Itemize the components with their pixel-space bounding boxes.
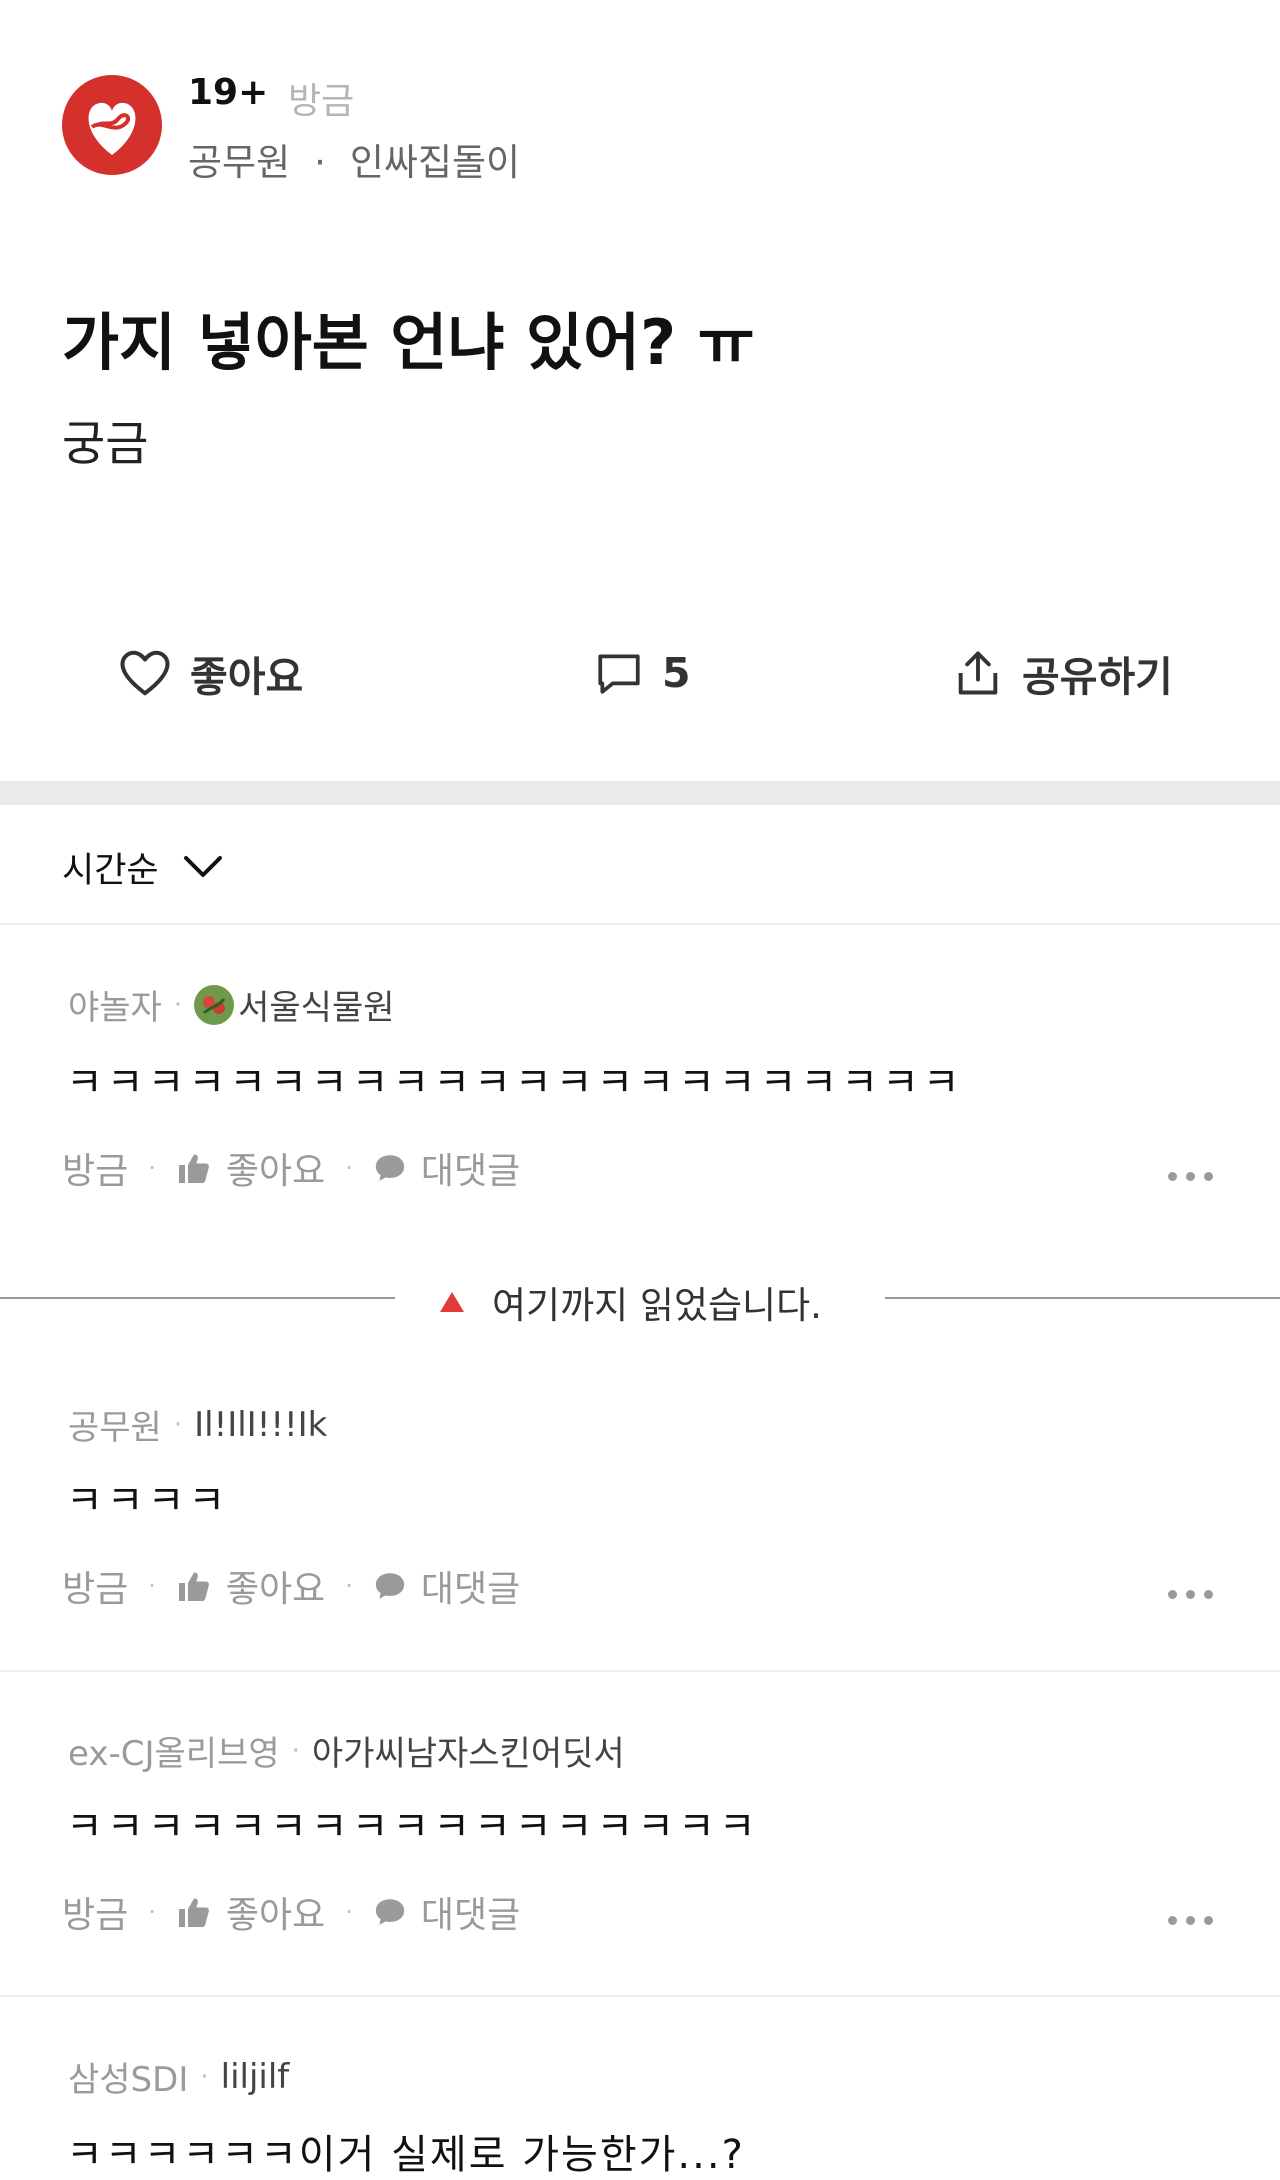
section-divider [0, 781, 1280, 805]
comment-text: ㅋㅋㅋㅋㅋㅋㅋㅋㅋㅋㅋㅋㅋㅋㅋㅋㅋㅋㅋㅋㅋㅋ [66, 1060, 964, 1106]
reply-bubble-icon[interactable] [373, 1152, 407, 1184]
sort-label: 시간순 [62, 850, 159, 891]
board-name[interactable]: 19+ [188, 72, 268, 113]
comment-nickname[interactable]: liljilf [221, 2057, 290, 2097]
comment-time: 방금 [62, 1569, 129, 1610]
separator-dot: · [345, 1154, 353, 1182]
divider-line [0, 1670, 1280, 1672]
read-marker-label: 여기까지 읽었습니다. [492, 1284, 822, 1327]
comment-count: 5 [662, 649, 691, 697]
separator-dot: · [314, 141, 326, 184]
comment-bubble-icon [598, 654, 640, 694]
comment-text: ㅋㅋㅋㅋㅋㅋ이거 실제로 가능한가...? [66, 2132, 745, 2178]
thumbs-up-icon[interactable] [176, 1151, 212, 1185]
comment-nickname[interactable]: Il!IlI!!!Ik [194, 1405, 327, 1445]
author-line: 공무원 · 인싸집돌이 [188, 132, 520, 186]
heart-logo-icon [88, 102, 136, 155]
separator-dot: · [173, 989, 183, 1020]
separator-dot: · [291, 1735, 300, 1766]
comment-count-button[interactable]: 5 [594, 645, 691, 701]
thumbs-up-icon[interactable] [176, 1895, 212, 1929]
comment-company: 삼성SDI [68, 2060, 189, 2100]
comment-company: 야놀자 [68, 988, 162, 1028]
share-button[interactable]: 공유하기 [952, 645, 1173, 701]
plant-badge-icon [194, 984, 235, 1025]
more-options-icon[interactable] [1168, 1916, 1213, 1925]
comment-nickname[interactable]: 서울식물원 [238, 980, 394, 1029]
comment-actions: 방금 · 좋아요 · 대댓글 [62, 1560, 520, 1612]
comment-company: ex-CJ올리브영 [68, 1734, 280, 1774]
separator-dot: · [148, 1898, 156, 1926]
comment-meta: 공무원 · Il!IlI!!!Ik [68, 1400, 327, 1449]
reply-bubble-icon[interactable] [373, 1896, 407, 1928]
comment-text: ㅋㅋㅋㅋ [66, 1478, 230, 1524]
heart-outline-icon [120, 650, 170, 696]
like-button[interactable]: 좋아요 [118, 645, 303, 701]
thumbs-up-icon[interactable] [176, 1569, 212, 1603]
post-body: 궁금 [62, 417, 149, 472]
separator-dot: · [200, 2061, 209, 2092]
comment-reply-button[interactable]: 대댓글 [421, 1142, 520, 1194]
chevron-down-icon [183, 856, 222, 877]
separator-dot: · [173, 1409, 183, 1440]
comment-time: 방금 [62, 1151, 129, 1192]
separator-dot: · [148, 1572, 156, 1600]
read-marker-line-right [885, 1297, 1280, 1299]
comment-reply-button[interactable]: 대댓글 [421, 1886, 520, 1938]
comment-like-button[interactable]: 좋아요 [226, 1142, 325, 1194]
comment-like-button[interactable]: 좋아요 [226, 1886, 325, 1938]
more-options-icon[interactable] [1168, 1172, 1213, 1181]
author-company: 공무원 [188, 141, 291, 184]
separator-dot: · [345, 1898, 353, 1926]
board-avatar[interactable] [62, 75, 162, 175]
reply-bubble-icon[interactable] [373, 1570, 407, 1602]
comment-actions: 방금 · 좋아요 · 대댓글 [62, 1142, 520, 1194]
post-time: 방금 [288, 81, 355, 122]
more-options-icon[interactable] [1168, 1590, 1213, 1599]
share-icon [958, 651, 998, 695]
comment-meta: 삼성SDI · liljilf [68, 2052, 289, 2101]
triangle-up-icon [440, 1292, 464, 1312]
sort-dropdown[interactable]: 시간순 [62, 842, 223, 892]
comment-time: 방금 [62, 1895, 129, 1936]
read-marker-line-left [0, 1297, 395, 1299]
comment-nickname[interactable]: 아가씨남자스킨어딧서 [312, 1726, 625, 1775]
post-title: 가지 넣아본 언냐 있어? ㅠ [62, 306, 755, 379]
read-marker-text: 여기까지 읽었습니다. [440, 1275, 822, 1329]
comment-like-button[interactable]: 좋아요 [226, 1560, 325, 1612]
comment-meta: 야놀자 · 서울식물원 [68, 980, 395, 1029]
like-label: 좋아요 [190, 653, 304, 701]
comment-meta: ex-CJ올리브영 · 아가씨남자스킨어딧서 [68, 1726, 625, 1775]
comment-reply-button[interactable]: 대댓글 [421, 1560, 520, 1612]
share-label: 공유하기 [1022, 653, 1173, 701]
comment-text: ㅋㅋㅋㅋㅋㅋㅋㅋㅋㅋㅋㅋㅋㅋㅋㅋㅋ [66, 1804, 760, 1850]
comment-company: 공무원 [68, 1408, 162, 1448]
divider-line [0, 923, 1280, 925]
separator-dot: · [148, 1154, 156, 1182]
divider-line [0, 1995, 1280, 1997]
comment-actions: 방금 · 좋아요 · 대댓글 [62, 1886, 520, 1938]
separator-dot: · [345, 1572, 353, 1600]
author-name[interactable]: 인싸집돌이 [350, 141, 520, 184]
read-marker: 여기까지 읽었습니다. [0, 1275, 1280, 1327]
